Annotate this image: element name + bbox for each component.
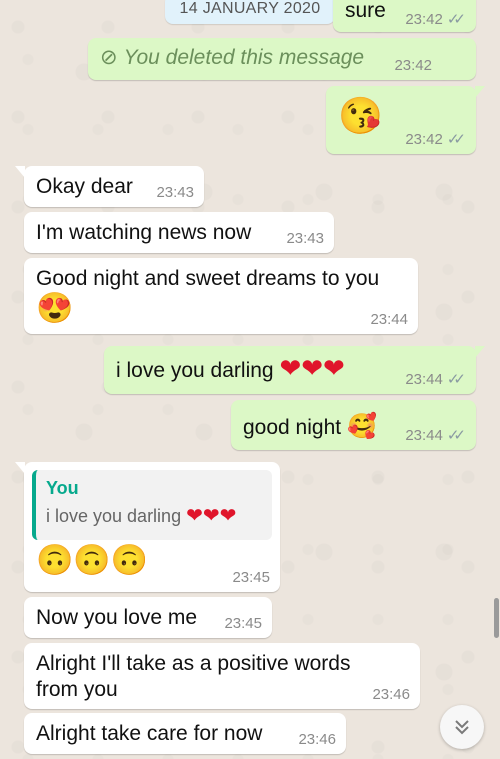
message-time: 23:45 bbox=[224, 615, 262, 632]
message-time: 23:43 bbox=[156, 184, 194, 201]
message-meta: 23:44 bbox=[370, 311, 408, 328]
message-text-line-2: from you bbox=[36, 678, 118, 701]
quote-author: You bbox=[46, 478, 79, 498]
deleted-label: You deleted this message bbox=[123, 46, 365, 69]
double-check-icon: ✓✓ bbox=[446, 371, 466, 388]
message-text: Now you love me bbox=[36, 606, 198, 629]
chevron-double-down-icon bbox=[455, 720, 469, 735]
quote-text: i love you darling ❤❤❤ bbox=[46, 503, 262, 528]
message-text-body: good night bbox=[243, 416, 342, 439]
message-time: 23:46 bbox=[372, 686, 410, 703]
scroll-to-bottom-button[interactable] bbox=[440, 705, 484, 749]
message-text: good night 🥰 bbox=[243, 410, 377, 444]
message-meta: 23:45 bbox=[232, 569, 270, 586]
message-text: Good night and sweet dreams to you bbox=[36, 267, 380, 290]
message-meta: 23:45 bbox=[224, 615, 262, 632]
double-check-icon: ✓✓ bbox=[446, 427, 466, 444]
message-bubble-incoming[interactable]: Alright I'll take as a positive words fr… bbox=[24, 643, 420, 709]
deleted-message-text: ⊘ You deleted this message bbox=[100, 45, 364, 71]
message-meta: 23:44 ✓✓ bbox=[405, 370, 466, 389]
double-check-icon: ✓✓ bbox=[446, 131, 466, 148]
message-time: 23:42 bbox=[394, 57, 432, 74]
message-meta: 23:42 bbox=[394, 57, 432, 74]
message-time: 23:44 bbox=[405, 370, 443, 388]
message-text: I'm watching news now bbox=[36, 221, 252, 244]
message-time: 23:42 bbox=[405, 130, 443, 148]
message-meta: 23:46 bbox=[372, 686, 410, 703]
message-bubble-outgoing[interactable]: sure 23:42 ✓✓ bbox=[333, 0, 476, 32]
double-check-icon: ✓✓ bbox=[446, 11, 466, 28]
message-time: 23:42 bbox=[405, 10, 443, 28]
message-meta: 23:43 bbox=[286, 230, 324, 247]
message-time: 23:44 bbox=[370, 311, 408, 328]
message-bubble-incoming[interactable]: Now you love me 23:45 bbox=[24, 597, 272, 638]
message-bubble-outgoing[interactable]: good night 🥰 23:44 ✓✓ bbox=[231, 400, 476, 450]
message-text: Okay dear bbox=[36, 175, 133, 198]
message-time: 23:46 bbox=[298, 731, 336, 748]
message-bubble-outgoing[interactable]: i love you darling ❤❤❤ 23:44 ✓✓ bbox=[104, 346, 485, 394]
message-time: 23:43 bbox=[286, 230, 324, 247]
message-text-line-1: Alright I'll take as a positive words bbox=[36, 652, 351, 675]
message-meta: 23:43 bbox=[156, 184, 194, 201]
message-emoji: 😘 bbox=[338, 95, 383, 136]
message-emoji: 😍 bbox=[36, 292, 74, 325]
message-emoji: 🥰 bbox=[346, 413, 377, 440]
message-time: 23:44 bbox=[405, 426, 443, 444]
message-bubble-incoming[interactable]: Alright take care for now 23:46 bbox=[24, 713, 346, 754]
message-bubble-deleted[interactable]: ⊘ You deleted this message 23:42 bbox=[88, 38, 476, 80]
message-meta: 23:42 ✓✓ bbox=[405, 10, 466, 29]
message-text: i love you darling ❤❤❤ bbox=[116, 355, 345, 384]
date-chip: 14 JANUARY 2020 bbox=[165, 0, 335, 24]
message-meta: 23:42 ✓✓ bbox=[405, 130, 466, 149]
scrollbar-thumb[interactable] bbox=[494, 598, 499, 638]
block-icon: ⊘ bbox=[100, 46, 118, 69]
quoted-message[interactable]: You i love you darling ❤❤❤ bbox=[32, 470, 272, 540]
message-bubble-incoming[interactable]: Okay dear 23:43 bbox=[15, 166, 204, 207]
message-bubble-incoming[interactable]: I'm watching news now 23:43 bbox=[24, 212, 334, 253]
heart-emojis: ❤❤❤ bbox=[279, 353, 345, 383]
message-text-body: i love you darling bbox=[116, 359, 274, 382]
message-emoji: 🙃🙃🙃 bbox=[36, 544, 149, 577]
quote-text-body: i love you darling bbox=[46, 506, 182, 526]
message-time: 23:45 bbox=[232, 569, 270, 586]
message-bubble-outgoing[interactable]: 😘 23:42 ✓✓ bbox=[326, 86, 485, 154]
message-bubble-reply[interactable]: You i love you darling ❤❤❤ 🙃🙃🙃 23:45 bbox=[15, 462, 280, 592]
message-meta: 23:46 bbox=[298, 731, 336, 748]
message-text: sure bbox=[345, 0, 386, 22]
message-meta: 23:44 ✓✓ bbox=[405, 426, 466, 445]
quote-heart-emojis: ❤❤❤ bbox=[186, 505, 237, 527]
message-bubble-incoming[interactable]: Good night and sweet dreams to you 😍 23:… bbox=[24, 258, 418, 334]
message-text: Alright take care for now bbox=[36, 722, 263, 745]
